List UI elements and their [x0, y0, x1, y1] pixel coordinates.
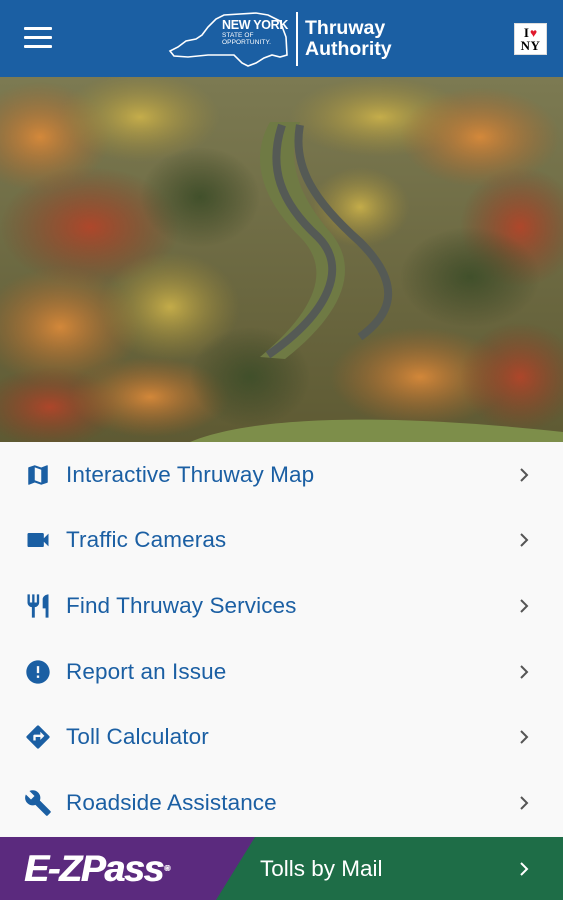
app-header: NEW YORK STATE OF OPPORTUNITY. Thruway A… — [0, 0, 563, 77]
menu-item-traffic-cameras[interactable]: Traffic Cameras — [0, 508, 563, 574]
menu-item-label: Toll Calculator — [66, 724, 209, 750]
menu-item-label: Report an Issue — [66, 658, 227, 684]
restaurant-icon — [23, 591, 53, 621]
menu-item-label: Find Thruway Services — [66, 592, 297, 618]
logo-state-name: NEW YORK — [222, 18, 289, 32]
wrench-icon — [23, 788, 53, 818]
i-love-ny-badge[interactable]: I ♥ NY — [514, 23, 547, 55]
app-title: Thruway Authority — [305, 18, 392, 60]
app-title-line1: Thruway — [305, 17, 386, 39]
hero-photo — [0, 77, 563, 442]
chevron-right-icon — [520, 664, 529, 679]
app-title-line2: Authority — [305, 38, 392, 60]
logo-divider — [296, 12, 298, 66]
chevron-right-icon — [520, 599, 529, 613]
main-menu-list: Interactive Thruway Map Traffic Cameras … — [0, 442, 563, 836]
tolls-by-mail-button[interactable]: Tolls by Mail — [258, 837, 563, 900]
menu-item-toll-calculator[interactable]: Toll Calculator — [0, 704, 563, 770]
menu-item-report-issue[interactable]: Report an Issue — [0, 639, 563, 705]
ny-thruway-logo: NEW YORK STATE OF OPPORTUNITY. Thruway A… — [168, 10, 392, 68]
menu-item-roadside-assistance[interactable]: Roadside Assistance — [0, 770, 563, 836]
alert-icon — [23, 657, 53, 687]
directions-icon — [23, 722, 53, 752]
menu-item-label: Interactive Thruway Map — [66, 461, 315, 487]
heart-icon: ♥ — [529, 25, 538, 40]
menu-item-label: Roadside Assistance — [66, 789, 277, 815]
bottom-action-bar: E-ZPass® Tolls by Mail — [0, 837, 563, 900]
chevron-right-icon — [520, 861, 529, 876]
ezpass-logo: E-ZPass® — [24, 848, 170, 889]
chevron-right-icon — [520, 533, 529, 548]
hamburger-menu-icon[interactable] — [24, 27, 52, 49]
chevron-right-icon — [520, 730, 529, 744]
menu-item-label: Traffic Cameras — [66, 527, 227, 553]
chevron-right-icon — [520, 468, 529, 482]
badge-ny: NY — [520, 38, 541, 53]
ezpass-trademark: ® — [164, 864, 170, 873]
menu-item-find-services[interactable]: Find Thruway Services — [0, 573, 563, 639]
logo-tagline-2: OPPORTUNITY. — [222, 39, 271, 46]
ny-state-outline-icon: NEW YORK STATE OF OPPORTUNITY. — [168, 11, 290, 67]
menu-item-interactive-map[interactable]: Interactive Thruway Map — [0, 442, 563, 508]
video-camera-icon — [23, 525, 53, 555]
ezpass-button[interactable]: E-ZPass® — [0, 837, 258, 900]
chevron-right-icon — [520, 796, 529, 810]
tolls-by-mail-label: Tolls by Mail — [260, 855, 383, 881]
ezpass-label: E-ZPass — [24, 848, 164, 889]
map-icon — [23, 460, 53, 490]
